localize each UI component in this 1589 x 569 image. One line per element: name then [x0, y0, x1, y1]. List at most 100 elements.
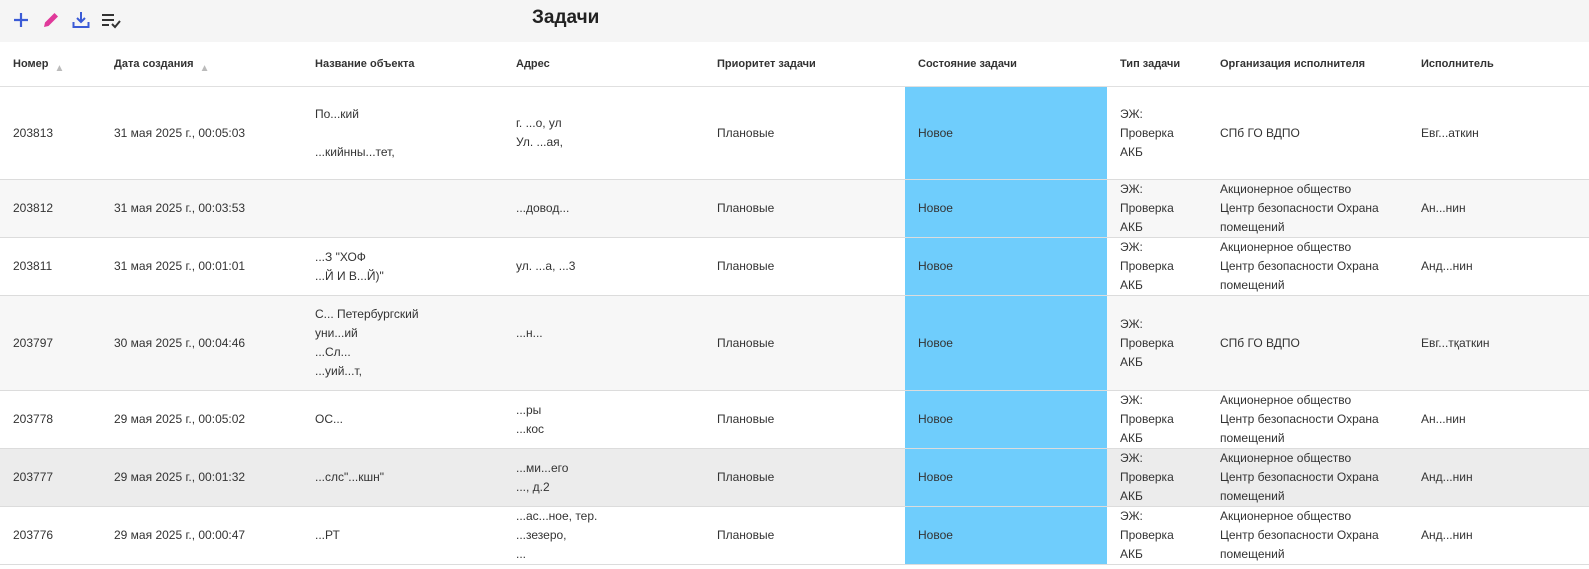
cell-type-line: ЭЖ: — [1120, 316, 1143, 331]
cell-executor-line: Анд...нин — [1421, 259, 1473, 273]
table-header-row: Номер ▲ Дата создания ▲ Название объекта А… — [0, 42, 1589, 87]
column-header-object[interactable]: Название объекта — [302, 42, 503, 87]
cell-number-line: 203813 — [13, 125, 54, 140]
table-row[interactable]: 203777 29 мая 2025 г., 00:01:32 ...слс"...… — [0, 448, 1589, 507]
cell-object: По...кий ...кийнны...тет, — [302, 86, 503, 180]
cell-address-line: ...н... — [516, 326, 543, 340]
cell-org-line: Акционерное общество — [1220, 182, 1352, 196]
cell-state: Новое — [905, 86, 1107, 180]
column-header-created[interactable]: Дата создания ▲ — [101, 42, 302, 87]
cell-priority-line: Плановые — [717, 201, 775, 215]
table-row[interactable]: 203776 29 мая 2025 г., 00:00:47 ...РТ ...ас… — [0, 506, 1589, 565]
pencil-icon — [44, 13, 58, 27]
cell-object-line: ...Й И В...Й)" — [315, 268, 384, 283]
cell-type-line: АКБ — [1120, 220, 1143, 234]
cell-org: Акционерное общество Центр безопасности О… — [1207, 237, 1408, 296]
cell-address-line: ... — [516, 547, 527, 561]
cell-org-line: Центр безопасности Охрана — [1220, 259, 1379, 273]
column-header-priority[interactable]: Приоритет задачи — [704, 42, 905, 87]
cell-type-line: ЭЖ: — [1120, 509, 1143, 523]
cell-type-line: АКБ — [1120, 354, 1143, 369]
table-row[interactable]: 203811 31 мая 2025 г., 00:01:01 ...З "ХОФ.… — [0, 237, 1589, 296]
cell-address-line: Ул. ...ая, — [516, 135, 563, 149]
cell-org-line: СПб ГО ВДПО — [1220, 125, 1300, 140]
table-row[interactable]: 203812 31 мая 2025 г., 00:03:53 ...довод.… — [0, 179, 1589, 238]
cell-type-line: Проверка — [1120, 335, 1174, 350]
cell-type-line: ЭЖ: — [1120, 106, 1143, 121]
cell-date: 29 мая 2025 г., 00:00:47 — [101, 506, 302, 565]
cell-org-line: Центр безопасности Охрана — [1220, 528, 1379, 542]
cell-priority-line: Плановые — [717, 335, 775, 350]
download-button[interactable] — [70, 9, 92, 31]
cell-org-line: Акционерное общество — [1220, 509, 1352, 523]
checklist-icon — [102, 14, 121, 29]
column-header-number[interactable]: Номер ▲ — [0, 42, 101, 87]
cell-object — [302, 179, 503, 238]
cell-type-line: Проверка — [1120, 470, 1174, 484]
sort-arrow-icon[interactable]: ▲ — [200, 63, 210, 74]
cell-date-line: 31 мая 2025 г., 00:05:03 — [114, 125, 246, 140]
cell-priority: Плановые — [704, 86, 905, 180]
sort-arrow-icon[interactable]: ▲ — [55, 63, 65, 74]
cell-number: 203813 — [0, 86, 101, 180]
cell-type-line: ЭЖ: — [1120, 182, 1143, 196]
table-row[interactable]: 203797 30 мая 2025 г., 00:04:46 С... Петер… — [0, 295, 1589, 391]
cell-type-line: ЭЖ: — [1120, 451, 1143, 465]
cell-executor: Ан...нин — [1408, 179, 1589, 238]
checklist-button[interactable] — [100, 9, 122, 31]
cell-type: ЭЖ: Проверка АКБ — [1107, 295, 1207, 391]
cell-executor: Ан...нин — [1408, 390, 1589, 449]
cell-org: СПб ГО ВДПО — [1207, 86, 1408, 180]
cell-priority: Плановые — [704, 237, 905, 296]
cell-executor-line: Ан...нин — [1421, 201, 1466, 215]
cell-object-line: уни...ий — [315, 326, 358, 340]
cell-object: ...РТ — [302, 506, 503, 565]
edit-button[interactable] — [40, 9, 62, 31]
cell-number-line: 203811 — [13, 259, 53, 273]
cell-org: Акционерное общество Центр безопасности О… — [1207, 448, 1408, 507]
cell-state: Новое — [905, 179, 1107, 238]
cell-state: Новое — [905, 506, 1107, 565]
cell-state-line: Новое — [918, 528, 953, 542]
add-button[interactable] — [10, 9, 32, 31]
cell-state-line: Новое — [918, 125, 953, 140]
cell-date-line: 31 мая 2025 г., 00:01:01 — [114, 259, 246, 273]
cell-priority: Плановые — [704, 179, 905, 238]
cell-address: ул. ...а, ...3 — [503, 237, 704, 296]
cell-org-line: Центр безопасности Охрана — [1220, 470, 1379, 484]
cell-object-line: ...уий...т, — [315, 364, 362, 378]
cell-state: Новое — [905, 448, 1107, 507]
cell-date: 30 мая 2025 г., 00:04:46 — [101, 295, 302, 391]
cell-org: Акционерное общество Центр безопасности О… — [1207, 179, 1408, 238]
cell-type-line: ЭЖ: — [1120, 393, 1143, 407]
cell-address-line: ул. ...а, ...3 — [516, 259, 576, 273]
cell-object: ОС... — [302, 390, 503, 449]
cell-type-line: Проверка — [1120, 412, 1174, 426]
table-row[interactable]: 203813 31 мая 2025 г., 00:05:03 По...кий .… — [0, 86, 1589, 180]
cell-date: 31 мая 2025 г., 00:01:01 — [101, 237, 302, 296]
column-header-address[interactable]: Адрес — [503, 42, 704, 87]
cell-state: Новое — [905, 295, 1107, 391]
cell-type: ЭЖ: Проверка АКБ — [1107, 390, 1207, 449]
cell-priority: Плановые — [704, 506, 905, 565]
cell-type-line: АКБ — [1120, 278, 1143, 292]
cell-state-line: Новое — [918, 335, 953, 350]
tasks-table: Номер ▲ Дата создания ▲ Название объекта А… — [0, 42, 1589, 565]
cell-number-line: 203777 — [13, 470, 54, 484]
cell-org-line: помещений — [1220, 431, 1285, 445]
cell-object-line: ...Сл... — [315, 345, 351, 359]
table-row[interactable]: 203778 29 мая 2025 г., 00:05:02 ОС... ...ры… — [0, 390, 1589, 449]
cell-number: 203797 — [0, 295, 101, 391]
cell-state-line: Новое — [918, 412, 953, 426]
cell-date-line: 31 мая 2025 г., 00:03:53 — [114, 201, 246, 215]
cell-number-line: 203797 — [13, 335, 54, 350]
download-icon — [72, 12, 90, 28]
column-header-org[interactable]: Организация исполнителя — [1207, 42, 1408, 87]
cell-date: 29 мая 2025 г., 00:05:02 — [101, 390, 302, 449]
column-header-state[interactable]: Состояние задачи — [905, 42, 1107, 87]
column-header-type[interactable]: Тип задачи — [1107, 42, 1207, 87]
cell-priority-line: Плановые — [717, 125, 775, 140]
cell-type: ЭЖ: Проверка АКБ — [1107, 86, 1207, 180]
column-header-executor[interactable]: Исполнитель — [1408, 42, 1589, 87]
cell-org-line: СПб ГО ВДПО — [1220, 335, 1300, 350]
